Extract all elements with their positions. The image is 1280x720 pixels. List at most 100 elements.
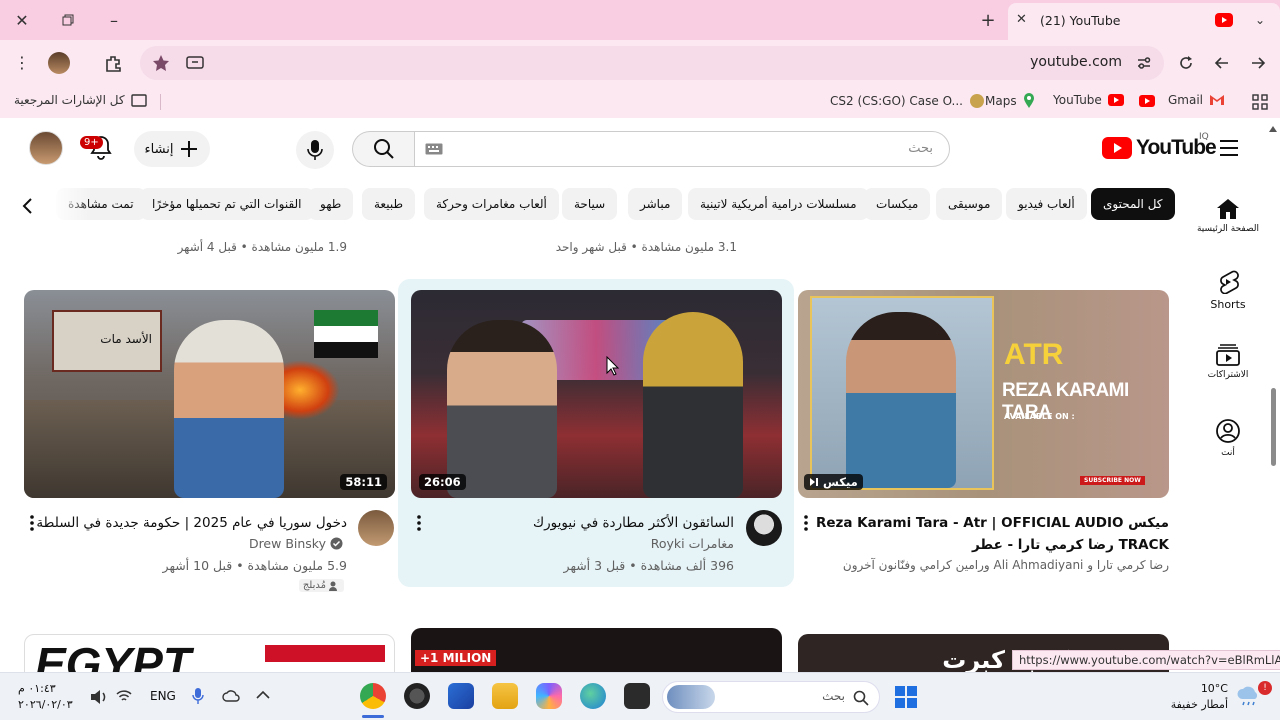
file-explorer-taskbar-icon[interactable] xyxy=(492,683,518,709)
obs-taskbar-icon[interactable] xyxy=(404,683,430,709)
wifi-icon[interactable] xyxy=(116,689,132,703)
search-input[interactable]: بحث xyxy=(414,131,950,167)
dubbed-label: مُدبلج xyxy=(302,580,326,591)
restore-window-button[interactable] xyxy=(54,8,82,32)
bookmark-maps[interactable]: Maps xyxy=(985,93,1035,109)
nav-subscriptions[interactable]: الاشتراكات xyxy=(1192,344,1264,380)
chip-nature[interactable]: طبيعة xyxy=(362,188,416,220)
thumb-subscribe-label: SUBSCRIBE NOW xyxy=(1084,477,1141,484)
search-highlight-image xyxy=(667,685,715,709)
back-arrow-icon[interactable] xyxy=(1214,55,1230,71)
bookmark-youtube[interactable]: YouTube xyxy=(1053,93,1124,107)
store-taskbar-icon[interactable] xyxy=(448,683,474,709)
bookmark-youtube-2[interactable] xyxy=(1139,95,1155,107)
bookmark-cs2[interactable]: CS2 (CS:GO) Case O... xyxy=(830,93,985,109)
channel-name[interactable]: رضا كرمي تارا و Ali Ahmadiyani ورامين كر… xyxy=(843,558,1169,572)
channel-name-row[interactable]: Drew Binsky xyxy=(249,536,343,551)
chip-action-games[interactable]: ألعاب مغامرات وحركة xyxy=(424,188,559,220)
scroll-up-icon[interactable] xyxy=(1269,126,1277,132)
search-button[interactable] xyxy=(352,131,414,167)
chip-latin-dramas[interactable]: مسلسلات درامية أمريكية لاتينية xyxy=(688,188,869,220)
more-options-icon[interactable] xyxy=(411,514,427,532)
video-duration: 58:11 xyxy=(340,474,387,490)
reload-icon[interactable] xyxy=(1178,55,1194,71)
bookmark-star-icon[interactable] xyxy=(152,54,170,72)
video-thumbnail[interactable]: ATR REZA KARAMI TARA AVAILABLE ON : SUBS… xyxy=(798,290,1169,498)
browser-tab[interactable]: ✕ (21) YouTube xyxy=(1008,3,1280,40)
keyboard-icon[interactable] xyxy=(425,143,443,155)
site-settings-icon[interactable] xyxy=(1136,55,1152,71)
youtube-favicon-icon xyxy=(1215,13,1233,27)
profile-avatar[interactable] xyxy=(48,52,70,74)
clock[interactable]: ٠١:٤٣ م ٢٠٢٦/٠٢/٠٣ xyxy=(18,681,73,713)
taskbar-search-box[interactable]: بحث xyxy=(662,681,880,713)
verified-check-icon xyxy=(330,537,343,550)
chip-live[interactable]: مباشر xyxy=(628,188,683,220)
chip-mixes[interactable]: ميكسات xyxy=(864,188,931,220)
onedrive-cloud-icon[interactable] xyxy=(222,689,240,703)
nav-you[interactable]: أنت xyxy=(1192,418,1264,458)
prev-row-meta-left: 1.9 مليون مشاهدة • قبل 4 أشهر xyxy=(177,240,347,254)
apps-grid-icon[interactable] xyxy=(1252,94,1268,110)
nav-subscriptions-label: الاشتراكات xyxy=(1207,370,1249,380)
chip-recently-uploaded[interactable]: القنوات التي تم تحميلها مؤخرًا xyxy=(140,188,314,220)
video-title[interactable]: دخول سوريا في عام 2025 | حكومة جديدة في … xyxy=(27,512,347,534)
new-tab-button[interactable]: + xyxy=(974,8,1002,32)
more-options-icon[interactable] xyxy=(798,514,814,532)
thumb-driver xyxy=(447,320,557,498)
video-thumbnail[interactable]: الأسد مات 58:11 xyxy=(24,290,395,498)
close-window-button[interactable]: ✕ xyxy=(8,8,36,32)
chips-left-chevron-icon[interactable] xyxy=(18,196,38,216)
all-bookmarks-button[interactable]: كل الإشارات المرجعية xyxy=(14,93,147,107)
scrollbar-thumb[interactable] xyxy=(1271,388,1276,466)
copilot-taskbar-icon[interactable] xyxy=(536,683,562,709)
tab-list-chevron-icon[interactable]: ⌄ xyxy=(1246,8,1274,32)
clock-date: ٢٠٢٦/٠٢/٠٣ xyxy=(18,698,73,711)
user-avatar[interactable] xyxy=(29,131,63,165)
install-app-icon[interactable] xyxy=(186,55,204,71)
weather-widget[interactable]: 10°C أمطار خفيفة xyxy=(1171,681,1228,713)
channel-avatar[interactable] xyxy=(746,510,782,546)
thumb-singer xyxy=(846,312,956,488)
chip-tourism[interactable]: سياحة xyxy=(562,188,618,220)
browser-title-bar: ✕ – + ✕ (21) YouTube ⌄ xyxy=(0,0,1280,40)
browser-menu-icon[interactable]: ⋮ xyxy=(8,50,36,74)
extensions-icon[interactable] xyxy=(104,54,122,72)
video-thumbnail[interactable]: EGYPT xyxy=(24,634,395,672)
address-bar[interactable]: youtube.com xyxy=(140,46,1164,80)
voice-icon xyxy=(329,581,337,591)
youtube-page: 9+ إنشاء بحث YouTube IQ كل المحتوى ألعاب… xyxy=(0,118,1280,672)
forward-arrow-icon[interactable] xyxy=(1250,55,1266,71)
edge-taskbar-icon[interactable] xyxy=(580,683,606,709)
minimize-window-button[interactable]: – xyxy=(100,8,128,32)
voice-search-button[interactable] xyxy=(296,131,334,169)
video-thumbnail[interactable]: +1 MILION xyxy=(411,628,782,672)
windows-start-icon[interactable] xyxy=(894,685,918,709)
create-button[interactable]: إنشاء xyxy=(134,131,210,167)
nav-shorts[interactable]: Shorts xyxy=(1192,270,1264,311)
page-scrollbar[interactable] xyxy=(1268,122,1278,672)
thumb-egypt-text: EGYPT xyxy=(35,638,191,672)
taskbar-microphone-icon[interactable] xyxy=(192,687,204,705)
channel-name-row[interactable]: مغامرات Royki xyxy=(651,536,734,551)
chip-video-games[interactable]: ألعاب فيديو xyxy=(1006,188,1087,220)
video-thumbnail[interactable]: 26:06 xyxy=(411,290,782,498)
terminal-taskbar-icon[interactable] xyxy=(624,683,650,709)
microphone-icon xyxy=(307,140,323,160)
bookmark-gmail[interactable]: Gmail xyxy=(1168,93,1225,107)
tab-close-icon[interactable]: ✕ xyxy=(1016,12,1027,27)
tray-chevron-up-icon[interactable] xyxy=(256,690,270,700)
language-indicator[interactable]: ENG xyxy=(150,689,176,703)
video-title[interactable]: ميكس Reza Karami Tara - Atr | OFFICIAL A… xyxy=(816,512,1169,556)
chrome-taskbar-icon[interactable] xyxy=(360,683,386,709)
video-title[interactable]: السائقون الأكثر مطاردة في نيويورك xyxy=(414,512,734,534)
nav-home[interactable]: الصفحة الرئيسية xyxy=(1192,198,1264,234)
chip-all[interactable]: كل المحتوى xyxy=(1091,188,1175,220)
chip-music[interactable]: موسيقى xyxy=(936,188,1003,220)
filter-chips-bar: كل المحتوى ألعاب فيديو موسيقى ميكسات مسل… xyxy=(0,188,1190,222)
channel-avatar[interactable] xyxy=(358,510,394,546)
chip-cooking[interactable]: طهو xyxy=(308,188,354,220)
more-options-icon[interactable] xyxy=(24,514,40,532)
hamburger-menu-icon[interactable] xyxy=(1219,139,1239,157)
volume-icon[interactable] xyxy=(90,689,108,705)
